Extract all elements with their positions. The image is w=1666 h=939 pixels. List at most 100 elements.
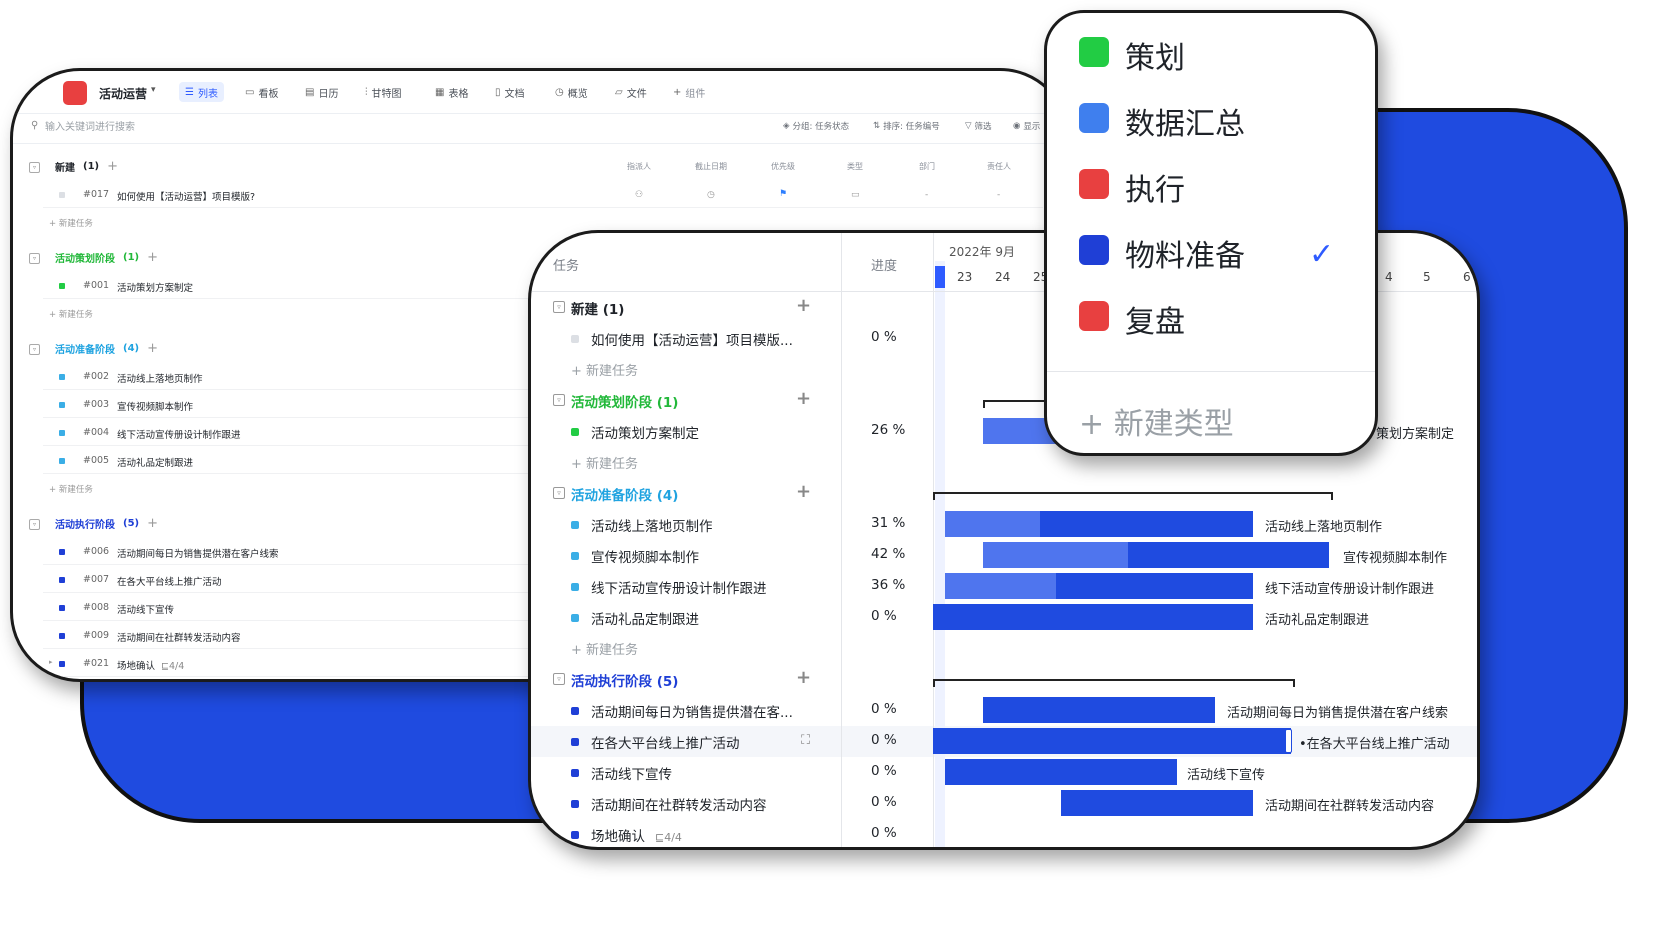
fullscreen-icon[interactable]: ⛶ (801, 733, 810, 748)
task-column-header: 任务 (553, 259, 580, 274)
gantt-task-row[interactable]: 场地确认 ⊑4/4 0 % (531, 819, 931, 847)
task-id: #017 (83, 189, 110, 200)
gantt-task-row[interactable]: 活动期间每日为销售提供潜在客... 0 % (531, 695, 931, 726)
add-task-plus-icon[interactable]: + (796, 667, 811, 688)
new-task-link[interactable]: + 新建任务 (49, 483, 93, 495)
color-swatch (1079, 37, 1109, 67)
collapse-toggle[interactable]: ▿ (29, 162, 40, 173)
gantt-task-row[interactable]: 线下活动宣传册设计制作跟进 36 % (531, 571, 931, 602)
collapse-toggle[interactable]: ▿ (553, 301, 565, 313)
expand-caret-icon[interactable]: ▸ (49, 658, 53, 666)
gantt-bar[interactable] (1061, 790, 1253, 816)
new-task-link[interactable]: + 新建任务 (49, 308, 93, 320)
flag-icon[interactable]: ⚑ (779, 189, 787, 199)
tab-gantt[interactable]: ⫶ 甘特图 (359, 82, 408, 102)
bar-label: 活动线上落地页制作 (1265, 520, 1383, 535)
gantt-bar[interactable] (945, 511, 1253, 537)
collapse-toggle[interactable]: ▿ (29, 344, 40, 355)
gantt-bar[interactable] (945, 759, 1177, 785)
collapse-toggle[interactable]: ▿ (553, 394, 565, 406)
gantt-new-task-row[interactable]: + 新建任务 (531, 633, 931, 664)
gantt-bar[interactable] (933, 728, 1291, 754)
tab-overview[interactable]: ◷ 概览 (549, 82, 594, 102)
collapse-toggle[interactable]: ▿ (553, 673, 565, 685)
new-task-link[interactable]: + 新建任务 (571, 639, 638, 658)
task-title: 活动礼品定制跟进 (591, 612, 699, 628)
task-title: 活动期间在社群转发活动内容 (591, 798, 767, 814)
add-task-plus-icon[interactable]: + (147, 516, 158, 531)
day-label: 6 (1463, 270, 1471, 284)
clock-icon[interactable]: ◷ (707, 190, 715, 200)
collapse-toggle[interactable]: ▿ (553, 487, 565, 499)
gantt-task-row[interactable]: 活动线下宣传 0 % (531, 757, 931, 788)
add-task-plus-icon[interactable]: + (796, 388, 811, 409)
tab-docs[interactable]: ▯ 文档 (489, 82, 531, 102)
type-icon[interactable]: ▭ (851, 190, 860, 200)
table-row[interactable]: #017 如何使用【活动运营】项目模版? (43, 183, 1043, 208)
app-name[interactable]: 活动运营 (99, 85, 147, 102)
tab-add-component[interactable]: + 组件 (667, 82, 711, 102)
task-progress: 42 % (871, 546, 906, 562)
task-title: 活动线下宣传 (117, 605, 175, 616)
group-by-option[interactable]: ◈ 分组: 任务状态 (783, 120, 849, 132)
collapse-toggle[interactable]: ▿ (29, 519, 40, 530)
gantt-bar[interactable] (983, 697, 1215, 723)
add-task-plus-icon[interactable]: + (147, 341, 158, 356)
tab-calendar[interactable]: ▤ 日历 (299, 82, 344, 102)
dropdown-option-execute[interactable]: 执行 (1079, 163, 1369, 208)
dropdown-option-plan[interactable]: 策划 (1079, 31, 1369, 76)
gantt-bar[interactable] (933, 604, 1253, 630)
gantt-task-row[interactable]: 活动期间在社群转发活动内容 0 % (531, 788, 931, 819)
bar-resize-handle[interactable] (1285, 729, 1292, 753)
status-dot (59, 549, 65, 555)
gantt-task-row[interactable]: 在各大平台线上推广活动 ⛶ 0 % (531, 726, 931, 757)
tab-kanban[interactable]: ▭ 看板 (239, 82, 284, 102)
new-type-button[interactable]: + 新建类型 (1079, 399, 1234, 443)
calendar-icon: ▤ (305, 86, 315, 98)
task-title: 在各大平台线上推广活动 (117, 577, 222, 588)
tab-files[interactable]: ▱ 文件 (609, 82, 653, 102)
filter-option[interactable]: ▽ 筛选 (965, 120, 992, 132)
bar-label: 线下活动宣传册设计制作跟进 (1265, 582, 1435, 597)
gantt-group-row[interactable]: ▿ 活动准备阶段 (4) + (531, 478, 931, 509)
gantt-task-row[interactable]: 宣传视频脚本制作 42 % (531, 540, 931, 571)
gantt-group-row[interactable]: ▿ 活动策划阶段 (1) + (531, 385, 931, 416)
dropdown-option-review[interactable]: 复盘 (1079, 295, 1369, 340)
tab-table[interactable]: ▦ 表格 (429, 82, 474, 102)
add-task-plus-icon[interactable]: + (796, 481, 811, 502)
add-task-plus-icon[interactable]: + (796, 295, 811, 316)
add-task-plus-icon[interactable]: + (107, 159, 118, 174)
status-dot (571, 800, 579, 808)
add-task-plus-icon[interactable]: + (147, 250, 158, 265)
gantt-task-row[interactable]: 活动线上落地页制作 31 % (531, 509, 931, 540)
sort-option[interactable]: ⇅ 排序: 任务编号 (873, 120, 940, 132)
gantt-group-row[interactable]: ▿ 活动执行阶段 (5) + (531, 664, 931, 695)
tab-list[interactable]: ☰ 列表 (179, 82, 224, 102)
collapse-toggle[interactable]: ▿ (29, 253, 40, 264)
group-header-preparation: 活动准备阶段 (4) + (55, 341, 158, 356)
new-task-link[interactable]: + 新建任务 (49, 217, 93, 229)
display-option[interactable]: ◉ 显示 (1013, 120, 1040, 132)
gantt-new-task-row[interactable]: + 新建任务 (531, 447, 931, 478)
dropdown-option-data-summary[interactable]: 数据汇总 (1079, 97, 1369, 142)
today-column (935, 261, 945, 847)
assignee-icon[interactable]: ⚇ (635, 190, 643, 200)
chevron-down-icon[interactable]: ▾ (151, 85, 156, 95)
new-task-link[interactable]: + 新建任务 (571, 453, 638, 472)
gantt-new-task-row[interactable]: + 新建任务 (531, 354, 931, 385)
gantt-task-row[interactable]: 如何使用【活动运营】项目模版... 0 % (531, 323, 931, 354)
gantt-bar[interactable] (983, 542, 1329, 568)
option-label: 执行 (1125, 173, 1185, 208)
task-title: 活动线上落地页制作 (117, 374, 203, 385)
new-task-label: 新建任务 (586, 643, 639, 658)
gantt-group-row[interactable]: ▿ 新建 (1) + (531, 292, 931, 323)
search-input[interactable] (45, 118, 345, 136)
gantt-task-row[interactable]: 活动策划方案制定 26 % (531, 416, 931, 447)
gantt-task-row[interactable]: 活动礼品定制跟进 0 % (531, 602, 931, 633)
app-icon[interactable] (63, 81, 87, 105)
bar-progress-fill (983, 542, 1129, 568)
gantt-bar[interactable] (945, 573, 1253, 599)
bar-label-text: 在各大平台线上推广活动 (1306, 737, 1450, 752)
new-task-link[interactable]: + 新建任务 (571, 360, 638, 379)
tab-label: 看板 (258, 88, 279, 100)
